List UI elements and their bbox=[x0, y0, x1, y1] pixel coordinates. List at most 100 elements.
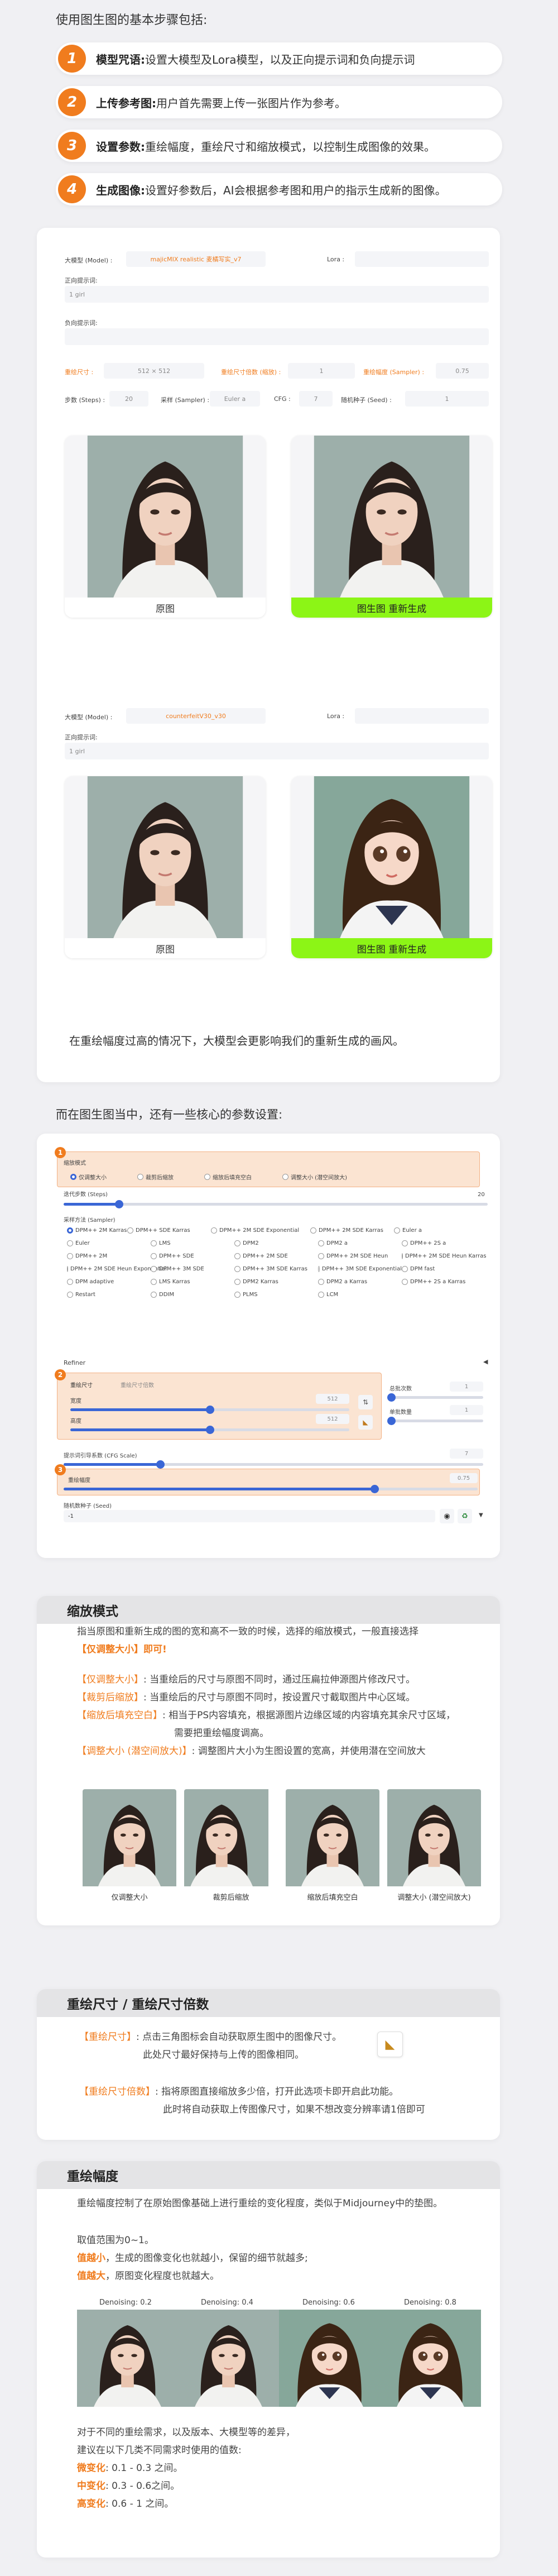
slider-knob[interactable] bbox=[206, 1406, 214, 1414]
sampler-option[interactable]: DPM++ 2M SDE Exponential bbox=[211, 1227, 310, 1234]
cfg-field[interactable]: 7 bbox=[450, 1449, 483, 1459]
sampler-option[interactable]: DPM++ 2M SDE Karras bbox=[310, 1227, 394, 1234]
sampler-option[interactable]: DPM fast bbox=[402, 1266, 485, 1272]
sampler-option[interactable]: DPM++ SDE Karras bbox=[127, 1227, 211, 1234]
refiner-toggle-icon[interactable]: ◀ bbox=[483, 1358, 488, 1365]
seed-dropdown-icon[interactable]: ▼ bbox=[479, 1512, 483, 1518]
sampler-option[interactable]: DPM++ 2M SDE Heun bbox=[318, 1253, 402, 1259]
resize-option-2[interactable]: 裁剪后缩放 bbox=[137, 1173, 174, 1181]
sampler-label: DPM++ 2M SDE bbox=[243, 1253, 288, 1259]
sampler-option[interactable]: DPM++ 2M SDE bbox=[234, 1253, 318, 1259]
item-tag: 【缩放后填充空白】 bbox=[77, 1710, 162, 1721]
sampler-option[interactable]: DPM++ 3M SDE Exponential bbox=[318, 1266, 402, 1272]
item-text: : 0.6 - 1 之间。 bbox=[105, 2498, 174, 2510]
radio-icon bbox=[402, 1240, 408, 1246]
size-field[interactable]: 512 × 512 bbox=[104, 363, 204, 379]
sampler-option[interactable]: DPM2 Karras bbox=[234, 1279, 318, 1285]
lora-field[interactable] bbox=[355, 708, 489, 724]
sampler-option[interactable]: LCM bbox=[318, 1292, 402, 1298]
sampler-option[interactable]: DPM++ 2S a bbox=[402, 1240, 485, 1246]
tab-scale[interactable]: 重绘尺寸倍数 bbox=[121, 1380, 154, 1389]
step-label: 模型咒语: bbox=[96, 52, 145, 66]
denoise-field[interactable]: 0.75 bbox=[450, 1473, 478, 1483]
sampler-option[interactable]: Euler bbox=[67, 1240, 151, 1246]
sampler-option[interactable]: DPM adaptive bbox=[67, 1279, 151, 1285]
sampler-option[interactable]: DPM++ 2M bbox=[67, 1253, 151, 1259]
batch-size-field[interactable]: 1 bbox=[450, 1405, 483, 1415]
photo-caption: 图生图 重新生成 bbox=[291, 598, 492, 618]
swap-dimensions-button[interactable]: ⇅ bbox=[358, 1395, 373, 1409]
step-text: 设置参数:重绘幅度，重绘尺寸和缩放模式，以控制生成图像的效果。 bbox=[96, 138, 435, 154]
sampler-option[interactable]: DPM++ 2S a Karras bbox=[402, 1279, 485, 1285]
resize-option-1[interactable]: 仅调整大小 bbox=[70, 1173, 107, 1181]
width-slider[interactable] bbox=[70, 1406, 349, 1414]
radio-icon bbox=[67, 1227, 73, 1234]
sampler-option[interactable]: DPM++ 3M SDE Karras bbox=[234, 1266, 318, 1272]
tab-resize[interactable]: 重绘尺寸 bbox=[70, 1380, 93, 1389]
negative-prompt-field[interactable] bbox=[65, 328, 489, 345]
height-slider[interactable] bbox=[70, 1426, 349, 1434]
cfg-field[interactable]: 7 bbox=[299, 391, 333, 407]
resize-item-1: 【仅调整大小】: 当重绘后的尺寸与原图不同时，通过压扁拉伸源图片修改尺寸。 bbox=[77, 1671, 415, 1689]
sampler-option[interactable]: LMS Karras bbox=[151, 1279, 234, 1285]
sampler-field[interactable]: Euler a bbox=[210, 391, 260, 407]
portrait-image bbox=[291, 436, 492, 598]
slider-knob[interactable] bbox=[206, 1426, 214, 1434]
seed-field[interactable]: -1 bbox=[64, 1510, 435, 1522]
sampler-option[interactable]: DPM++ 2M SDE Heun Exponential bbox=[67, 1266, 167, 1272]
random-seed-button[interactable]: ◉ bbox=[440, 1509, 454, 1523]
sampler-option[interactable]: DPM++ SDE bbox=[151, 1253, 234, 1259]
lora-label: Lora : bbox=[327, 713, 345, 720]
steps-slider[interactable] bbox=[64, 1200, 488, 1208]
positive-prompt-label: 正向提示词: bbox=[65, 734, 98, 741]
positive-prompt-field[interactable]: 1 girl bbox=[65, 286, 489, 303]
batch-count-slider[interactable] bbox=[387, 1393, 483, 1402]
sampler-label: DPM++ 2S a bbox=[410, 1240, 446, 1246]
height-field[interactable]: 512 bbox=[316, 1414, 349, 1424]
slider-knob[interactable] bbox=[387, 1393, 396, 1402]
cfg-slider[interactable] bbox=[64, 1460, 483, 1469]
model-field[interactable]: majicMIX realistic 麦橘写实_v7 bbox=[126, 251, 266, 267]
lora-field[interactable] bbox=[355, 251, 489, 267]
resize-option-3[interactable]: 缩放后填充空白 bbox=[204, 1173, 252, 1181]
sampler-option[interactable]: PLMS bbox=[234, 1292, 318, 1298]
positive-prompt-field[interactable]: 1 girl bbox=[65, 743, 489, 759]
radio-icon bbox=[234, 1240, 240, 1246]
sampler-option[interactable]: DPM2 a bbox=[318, 1240, 402, 1246]
sampler-option[interactable]: Restart bbox=[67, 1292, 151, 1298]
batch-count-field[interactable]: 1 bbox=[450, 1382, 483, 1392]
sampler-option[interactable]: DPM++ 2M SDE Heun Karras bbox=[402, 1253, 486, 1259]
reuse-seed-button[interactable]: ♻ bbox=[458, 1509, 472, 1523]
radio-icon bbox=[127, 1227, 133, 1234]
slider-knob[interactable] bbox=[370, 1485, 379, 1493]
model-field[interactable]: counterfeitV30_v30 bbox=[126, 708, 266, 724]
width-field[interactable]: 512 bbox=[316, 1394, 349, 1404]
denoise-slider[interactable] bbox=[64, 1485, 478, 1493]
sampler-option[interactable]: DPM2 bbox=[234, 1240, 318, 1246]
sampler-option[interactable]: DPM++ 3M SDE bbox=[151, 1266, 234, 1272]
item-text: : 点击三角图标会自动获取原生图中的图像尺寸。 bbox=[136, 2032, 342, 2043]
radio-icon bbox=[318, 1253, 324, 1259]
step-number: 2 bbox=[58, 88, 86, 116]
batch-size-slider[interactable] bbox=[387, 1417, 483, 1425]
sampler-option[interactable]: DDIM bbox=[151, 1292, 234, 1298]
slider-knob[interactable] bbox=[387, 1417, 396, 1425]
sampler-label: DPM++ 2M SDE Karras bbox=[319, 1227, 383, 1234]
sampler-label: 采样方法 (Sampler) bbox=[64, 1217, 116, 1224]
seed-field[interactable]: 1 bbox=[405, 391, 489, 407]
generated-photo: 图生图 重新生成 bbox=[291, 436, 492, 618]
slider-knob[interactable] bbox=[156, 1460, 165, 1469]
width-label: 宽度 bbox=[70, 1398, 81, 1404]
sampler-option[interactable]: LMS bbox=[151, 1240, 234, 1246]
steps-field[interactable]: 20 bbox=[109, 391, 148, 407]
ruler-triangle-icon: ◣ bbox=[377, 2032, 403, 2057]
detect-size-button[interactable]: ◣ bbox=[358, 1415, 373, 1430]
denoise-field[interactable]: 0.75 bbox=[436, 363, 489, 379]
sampler-option[interactable]: Euler a bbox=[394, 1227, 439, 1234]
sampler-label: DPM adaptive bbox=[75, 1279, 114, 1285]
sampler-option[interactable]: DPM2 a Karras bbox=[318, 1279, 402, 1285]
sampler-option[interactable]: DPM++ 2M Karras bbox=[67, 1227, 127, 1234]
ratio-field[interactable]: 1 bbox=[288, 363, 355, 379]
slider-knob[interactable] bbox=[114, 1200, 123, 1208]
resize-option-4[interactable]: 调整大小 (潜空间放大) bbox=[282, 1173, 347, 1181]
